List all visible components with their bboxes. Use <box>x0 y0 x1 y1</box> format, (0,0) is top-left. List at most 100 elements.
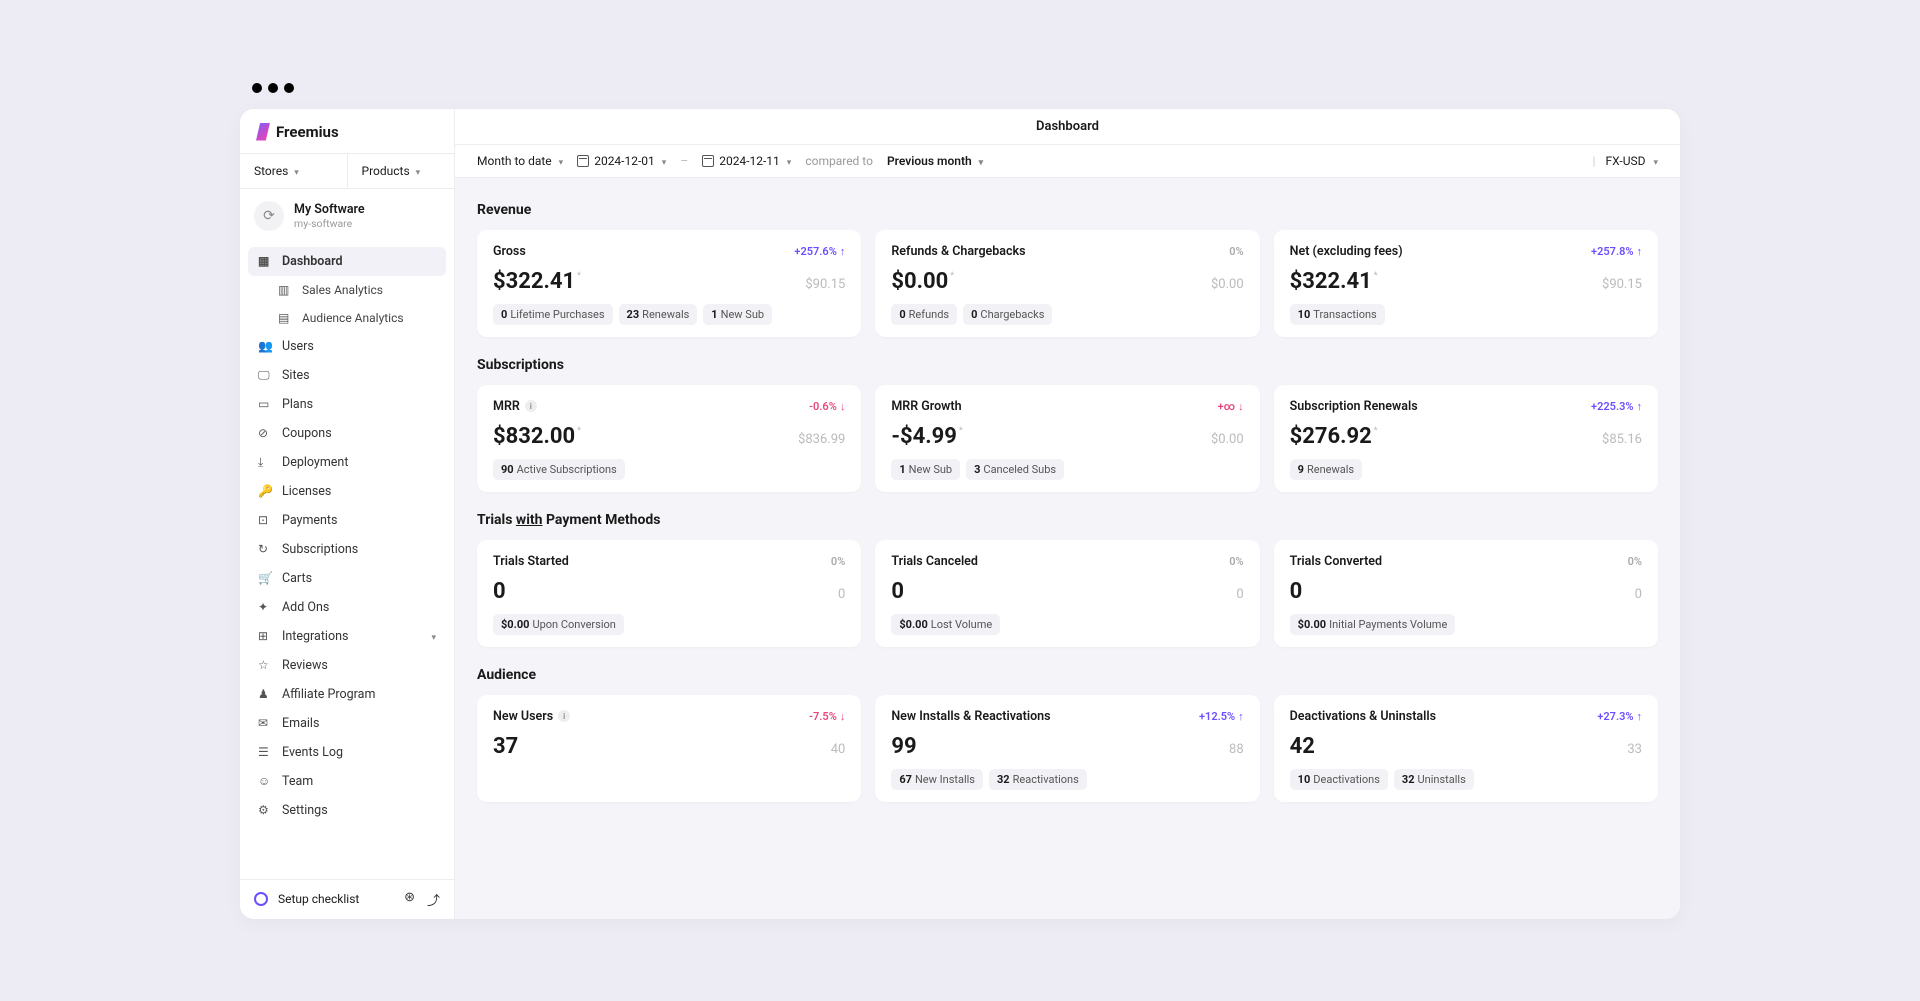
nav-emails[interactable]: ✉Emails <box>248 709 446 738</box>
card-title: New Installs & Reactivations <box>891 709 1050 724</box>
card-compare: $90.15 <box>1602 277 1642 292</box>
stat-pill: 9Renewals <box>1290 459 1362 480</box>
arrow-up-icon <box>1636 400 1642 413</box>
card-trials-canceled[interactable]: Trials Canceled 0% 0 0 $0.00Lost Volume <box>875 540 1259 647</box>
card-change: +225.3% <box>1591 400 1642 413</box>
card-pills: 90Active Subscriptions <box>493 459 845 480</box>
card-change: +257.8% <box>1591 245 1642 258</box>
date-from-picker[interactable]: 2024-12-01 <box>577 154 666 168</box>
compared-to-label: compared to <box>805 154 873 168</box>
setup-checklist-link[interactable]: Setup checklist <box>278 892 359 906</box>
nav-integrations[interactable]: ⊞Integrations <box>248 622 446 651</box>
reviews-icon: ☆ <box>258 658 272 672</box>
card-change: +257.6% <box>794 245 845 258</box>
card-compare: $836.99 <box>798 432 845 447</box>
sidebar-nav: ▦Dashboard ▥Sales Analytics ▤Audience An… <box>240 243 454 879</box>
card-title: Gross <box>493 244 526 259</box>
nav-affiliate[interactable]: ♟Affiliate Program <box>248 680 446 709</box>
nav-dashboard[interactable]: ▦Dashboard <box>248 247 446 276</box>
addons-icon: ✦ <box>258 600 272 614</box>
stat-pill: 1New Sub <box>703 304 772 325</box>
card-compare: $0.00 <box>1211 277 1244 292</box>
card-value: $322.41* <box>1290 269 1378 294</box>
licenses-icon: 🔑 <box>258 484 272 498</box>
product-name: My Software <box>294 202 365 217</box>
stat-pill: 32Reactivations <box>989 769 1087 790</box>
chevron-down-icon <box>660 154 667 168</box>
brand-logo: Freemius <box>240 109 454 153</box>
card-value: $276.92* <box>1290 424 1378 449</box>
arrow-up-icon <box>1238 710 1244 723</box>
nav-coupons[interactable]: ⊘Coupons <box>248 419 446 448</box>
product-slug: my-software <box>294 217 365 230</box>
chevron-down-icon <box>429 629 436 644</box>
products-dropdown[interactable]: Products <box>348 154 455 188</box>
nav-reviews[interactable]: ☆Reviews <box>248 651 446 680</box>
arrow-down-icon <box>840 400 846 413</box>
nav-events-log[interactable]: ☰Events Log <box>248 738 446 767</box>
card-pills: $0.00Upon Conversion <box>493 614 845 635</box>
card-change: 0% <box>1628 555 1642 568</box>
card-refunds[interactable]: Refunds & Chargebacks 0% $0.00* $0.00 0R… <box>875 230 1259 337</box>
current-product[interactable]: ⟳ My Software my-software <box>240 189 454 243</box>
card-compare: 88 <box>1229 742 1244 757</box>
nav-deployment[interactable]: ⤓Deployment <box>248 448 446 477</box>
info-icon[interactable]: i <box>525 400 537 412</box>
help-icon[interactable]: ⊛ <box>404 890 415 909</box>
setup-progress-icon <box>254 892 268 906</box>
card-compare: 0 <box>1635 587 1642 602</box>
nav-team[interactable]: ☺Team <box>248 767 446 796</box>
nav-settings[interactable]: ⚙Settings <box>248 796 446 825</box>
section-subscriptions-title: Subscriptions <box>477 357 1658 373</box>
stores-dropdown[interactable]: Stores <box>240 154 348 188</box>
card-deactivations[interactable]: Deactivations & Uninstalls +27.3% 42 33 … <box>1274 695 1658 802</box>
share-icon[interactable]: ⤴ <box>427 890 440 909</box>
card-sub-renewals[interactable]: Subscription Renewals +225.3% $276.92* $… <box>1274 385 1658 492</box>
card-change: 0% <box>1229 245 1243 258</box>
card-pills: 10Transactions <box>1290 304 1642 325</box>
page-title: Dashboard <box>1036 119 1099 134</box>
window-traffic-lights <box>252 83 1680 93</box>
card-title: New Usersi <box>493 709 570 724</box>
users-icon: 👥 <box>258 339 272 353</box>
nav-sites[interactable]: 🖵Sites <box>248 361 446 390</box>
nav-licenses[interactable]: 🔑Licenses <box>248 477 446 506</box>
settings-icon: ⚙ <box>258 803 272 817</box>
chevron-down-icon <box>557 154 564 168</box>
card-change: +12.5% <box>1199 710 1244 723</box>
info-icon[interactable]: i <box>558 710 570 722</box>
nav-plans[interactable]: ▭Plans <box>248 390 446 419</box>
date-to-picker[interactable]: 2024-12-11 <box>702 154 791 168</box>
stat-pill: 0Chargebacks <box>963 304 1052 325</box>
card-title: MRRi <box>493 399 537 414</box>
card-new-installs[interactable]: New Installs & Reactivations +12.5% 99 8… <box>875 695 1259 802</box>
stat-pill: 32Uninstalls <box>1394 769 1474 790</box>
card-value: $322.41* <box>493 269 581 294</box>
nav-carts[interactable]: 🛒Carts <box>248 564 446 593</box>
nav-audience-analytics[interactable]: ▤Audience Analytics <box>248 304 446 332</box>
card-net[interactable]: Net (excluding fees) +257.8% $322.41* $9… <box>1274 230 1658 337</box>
nav-users[interactable]: 👥Users <box>248 332 446 361</box>
affiliate-icon: ♟ <box>258 687 272 701</box>
card-value: 0 <box>493 579 506 604</box>
card-trials-started[interactable]: Trials Started 0% 0 0 $0.00Upon Conversi… <box>477 540 861 647</box>
card-new-users[interactable]: New Usersi -7.5% 37 40 <box>477 695 861 802</box>
card-trials-converted[interactable]: Trials Converted 0% 0 0 $0.00Initial Pay… <box>1274 540 1658 647</box>
date-range-dropdown[interactable]: Month to date <box>477 154 563 168</box>
nav-payments[interactable]: ⊡Payments <box>248 506 446 535</box>
chevron-down-icon <box>414 164 421 178</box>
chevron-down-icon <box>292 164 299 178</box>
nav-addons[interactable]: ✦Add Ons <box>248 593 446 622</box>
nav-sales-analytics[interactable]: ▥Sales Analytics <box>248 276 446 304</box>
arrow-up-icon <box>840 245 846 258</box>
card-mrr[interactable]: MRRi -0.6% $832.00* $836.99 90Active Sub… <box>477 385 861 492</box>
card-pills: 0Refunds0Chargebacks <box>891 304 1243 325</box>
nav-subscriptions[interactable]: ↻Subscriptions <box>248 535 446 564</box>
card-gross[interactable]: Gross +257.6% $322.41* $90.15 0Lifetime … <box>477 230 861 337</box>
card-mrr-growth[interactable]: MRR Growth +∞ -$4.99* $0.00 1New Sub3Can… <box>875 385 1259 492</box>
team-icon: ☺ <box>258 774 272 788</box>
stat-pill: $0.00Initial Payments Volume <box>1290 614 1456 635</box>
currency-dropdown[interactable]: |FX-USD <box>1593 154 1658 168</box>
compare-range-dropdown[interactable]: Previous month <box>887 154 983 168</box>
card-value: -$4.99* <box>891 424 962 449</box>
